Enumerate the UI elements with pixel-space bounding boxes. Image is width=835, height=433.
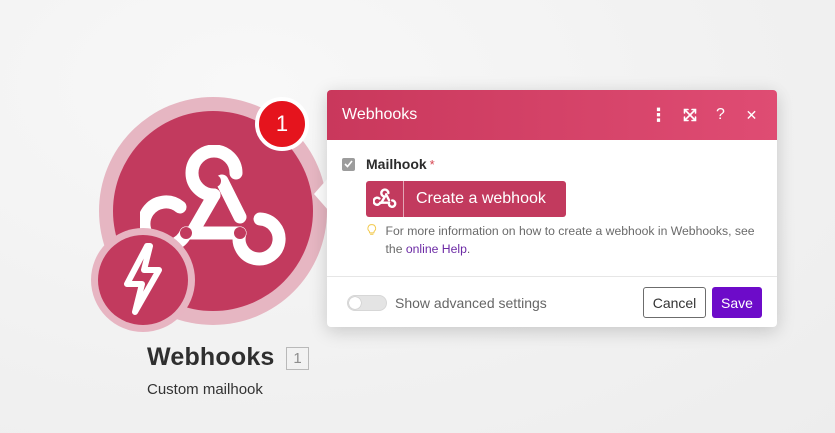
more-vertical-icon[interactable]: ⋮ [643, 100, 674, 130]
advanced-settings-toggle[interactable] [347, 294, 387, 311]
module-count: 1 [286, 347, 309, 370]
create-webhook-button[interactable]: Create a webhook [366, 181, 566, 217]
dialog-body: Mailhook * Create a webhook For more inf… [327, 140, 777, 276]
create-webhook-label: Create a webhook [416, 190, 546, 207]
mailhook-field: Mailhook * [342, 156, 762, 172]
mailhook-label: Mailhook [366, 156, 427, 172]
hint-suffix: . [466, 242, 471, 256]
expand-icon[interactable] [674, 100, 705, 130]
close-icon[interactable]: ✕ [736, 100, 767, 130]
lightbulb-icon [367, 224, 377, 235]
dialog-title: Webhooks [342, 106, 418, 123]
help-icon[interactable]: ? [705, 100, 736, 130]
module-subtitle: Custom mailhook [147, 381, 263, 398]
dialog-header: Webhooks ⋮ ? ✕ [327, 90, 777, 140]
help-hint: For more information on how to create a … [366, 222, 762, 258]
dialog-footer: Show advanced settings Cancel Save [327, 276, 777, 328]
notification-badge: 1 [255, 97, 309, 151]
mailhook-checkbox[interactable] [342, 157, 355, 171]
webhook-icon [366, 181, 404, 217]
lightning-bolt-icon [124, 243, 162, 315]
online-help-link[interactable]: online Help [406, 242, 467, 256]
save-button[interactable]: Save [712, 287, 762, 318]
check-icon [344, 160, 353, 168]
dialog-pointer [314, 178, 328, 210]
toggle-knob [349, 296, 361, 309]
required-mark: * [429, 156, 435, 172]
module-title: Webhooks [147, 343, 275, 371]
module-settings-dialog: Webhooks ⋮ ? ✕ Mailhook * Create a webho… [327, 90, 777, 327]
cancel-button[interactable]: Cancel [643, 287, 706, 318]
advanced-settings-label: Show advanced settings [395, 294, 547, 311]
